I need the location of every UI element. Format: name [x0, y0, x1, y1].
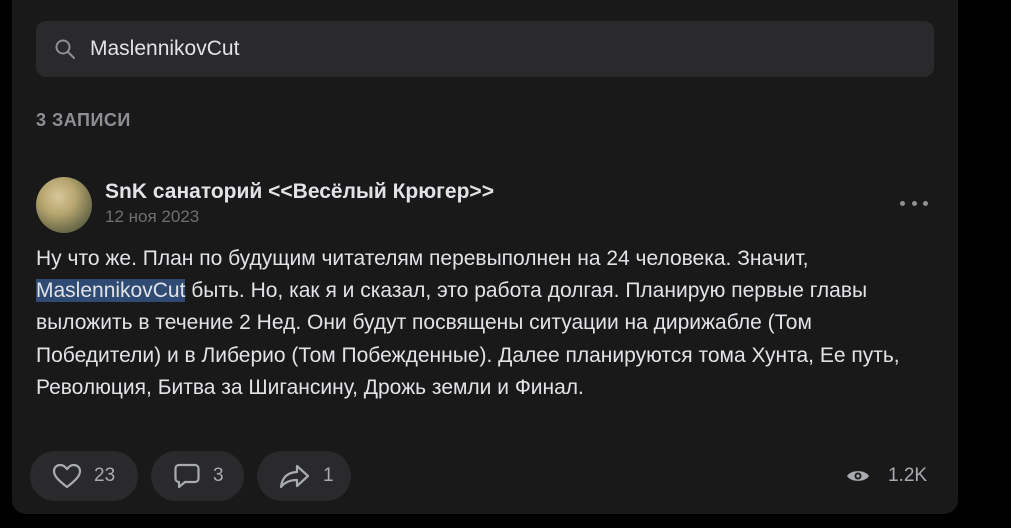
more-options-icon[interactable]: [900, 191, 928, 215]
eye-icon: [847, 471, 869, 481]
share-count: 1: [323, 465, 334, 486]
post-text: Ну что же. План по будущим читателям пер…: [36, 243, 941, 404]
heart-icon: [52, 463, 82, 489]
search-icon: [55, 39, 75, 59]
search-highlight: MaslennikovCut: [36, 279, 186, 303]
share-button[interactable]: 1: [257, 451, 351, 501]
search-input[interactable]: [90, 21, 910, 77]
comment-button[interactable]: 3: [151, 451, 244, 501]
like-button[interactable]: 23: [30, 451, 138, 501]
like-count: 23: [94, 465, 116, 486]
search-bar[interactable]: [36, 21, 934, 77]
comment-icon: [174, 463, 200, 489]
post-panel: 3 ЗАПИСИ SnK санаторий <<Весёлый Крюгер>…: [12, 0, 958, 514]
views-count: 1.2K: [888, 465, 928, 486]
avatar[interactable]: [36, 177, 92, 233]
results-count: 3 ЗАПИСИ: [36, 110, 131, 130]
post-text-before: Ну что же. План по будущим читателям пер…: [36, 247, 809, 270]
share-icon: [279, 464, 310, 489]
views-indicator: 1.2K: [846, 463, 927, 489]
post-author[interactable]: SnK санаторий <<Весёлый Крюгер>>: [105, 180, 494, 204]
comment-count: 3: [213, 465, 224, 486]
post-date[interactable]: 12 ноя 2023: [105, 207, 199, 227]
